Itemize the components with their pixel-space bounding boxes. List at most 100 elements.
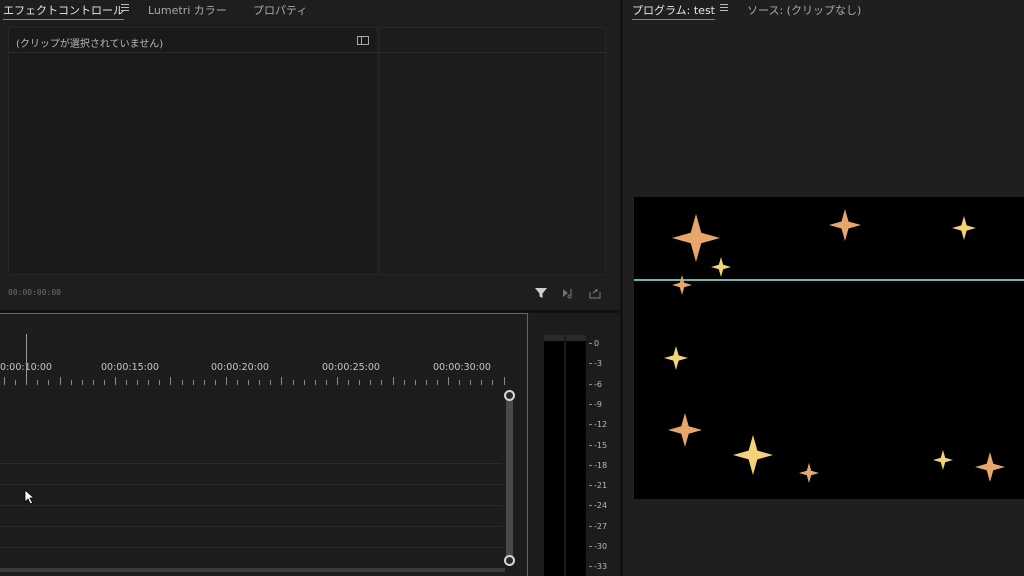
ruler-label: 00:00:30:00	[433, 362, 491, 373]
ruler-tick	[148, 380, 149, 385]
db-tick	[589, 566, 592, 568]
effect-controls-panel: エフェクトコントロール Lumetri カラー プロパティ (クリップが選択され…	[0, 0, 620, 310]
ruler-tick	[4, 377, 5, 385]
toggle-timeline-view-icon[interactable]	[357, 36, 369, 45]
tab-source[interactable]: ソース: (クリップなし)	[747, 2, 861, 18]
ruler-tick	[437, 380, 438, 385]
sparkle-star	[664, 346, 688, 370]
tab-program[interactable]: プログラム: test	[632, 2, 715, 20]
meter-channel-right	[566, 335, 586, 576]
db-tick	[589, 525, 592, 527]
db-tick	[589, 403, 592, 405]
db-label: -27	[594, 521, 608, 531]
sparkle-star	[952, 216, 976, 240]
program-monitor-panel: プログラム: test ソース: (クリップなし)	[623, 0, 1024, 576]
ruler-tick	[359, 380, 360, 385]
effect-controls-timeline	[379, 27, 606, 275]
ruler-tick	[393, 377, 394, 385]
meter-peak-left	[544, 335, 564, 341]
ruler-label: 00:00:25:00	[322, 362, 380, 373]
ruler-tick	[126, 380, 127, 385]
sparkle-star	[672, 275, 692, 295]
sparkle-star	[733, 435, 773, 475]
ruler-tick	[15, 380, 16, 385]
ruler-tick	[459, 380, 460, 385]
sparkle-star	[711, 257, 731, 277]
scrollbar-bottom-handle[interactable]	[504, 555, 515, 566]
db-tick	[589, 444, 592, 446]
db-label: -6	[594, 379, 602, 389]
filter-icon[interactable]	[534, 285, 548, 299]
db-tick	[589, 464, 592, 466]
ruler-tick	[204, 380, 205, 385]
tab-lumetri-color[interactable]: Lumetri カラー	[148, 2, 227, 18]
sparkle-star	[975, 452, 1005, 482]
db-tick	[589, 343, 592, 344]
ruler-tick	[170, 377, 171, 385]
sparkle-star	[672, 214, 720, 262]
ruler-tick	[48, 380, 49, 385]
timeline-vertical-scrollbar[interactable]	[506, 394, 513, 562]
ruler-tick	[304, 380, 305, 385]
ruler-tick	[159, 380, 160, 385]
track-divider	[0, 484, 502, 485]
ruler-tick	[71, 380, 72, 385]
ruler-tick	[226, 377, 227, 385]
ruler-tick	[370, 380, 371, 385]
ruler-tick	[270, 380, 271, 385]
db-label: -18	[594, 460, 608, 470]
ruler-tick	[237, 380, 238, 385]
ruler-tick	[37, 380, 38, 385]
ruler-tick	[326, 380, 327, 385]
db-label: -3	[594, 359, 602, 369]
ruler-label: 00:00:20:00	[211, 362, 269, 373]
ruler-tick	[404, 380, 405, 385]
ruler-tick	[337, 377, 338, 385]
mouse-cursor-icon	[24, 489, 36, 505]
ruler-tick	[60, 377, 61, 385]
track-divider	[0, 547, 502, 548]
panel-menu-icon[interactable]	[121, 4, 129, 12]
timeline-panel: 00:00:10:00 00:00:15:00 00:00:20:00 00:0…	[0, 313, 528, 576]
effect-controls-timeline-header	[380, 28, 605, 53]
track-divider	[0, 505, 502, 506]
ruler-tick	[281, 377, 282, 385]
db-label: 0	[594, 339, 600, 348]
ruler-tick	[248, 380, 249, 385]
db-tick	[589, 363, 592, 365]
db-tick	[589, 424, 592, 426]
ruler-tick	[82, 380, 83, 385]
program-panel-tabbar: プログラム: test ソース: (クリップなし)	[623, 0, 1024, 22]
ruler-tick	[415, 380, 416, 385]
clip-header: (クリップが選択されていません)	[9, 28, 377, 53]
panel-menu-icon[interactable]	[720, 4, 728, 12]
timeline-ruler[interactable]: 00:00:10:00 00:00:15:00 00:00:20:00 00:0…	[0, 340, 520, 385]
ruler-tick	[137, 380, 138, 385]
ruler-tick	[104, 380, 105, 385]
tab-properties[interactable]: プロパティ	[253, 2, 307, 18]
ruler-tick	[293, 380, 294, 385]
meter-peak-right	[566, 335, 586, 341]
guide-line	[634, 279, 1024, 281]
export-icon[interactable]	[588, 285, 602, 299]
db-label: -9	[594, 399, 602, 409]
db-tick	[589, 505, 592, 507]
ruler-tick	[93, 380, 94, 385]
ruler-tick	[259, 380, 260, 385]
timeline-horizontal-scrollbar[interactable]	[0, 568, 505, 572]
tab-effect-controls[interactable]: エフェクトコントロール	[3, 2, 124, 20]
playhead[interactable]	[26, 334, 27, 382]
ruler-tick	[215, 380, 216, 385]
meter-channel-left	[544, 335, 564, 576]
ruler-tick	[193, 380, 194, 385]
no-clip-selected-label: (クリップが選択されていません)	[16, 39, 164, 50]
ruler-tick	[115, 377, 116, 385]
db-label: -24	[594, 501, 608, 511]
program-video-frame[interactable]	[634, 197, 1024, 499]
ruler-tick	[182, 380, 183, 385]
ruler-tick	[348, 380, 349, 385]
play-audio-icon[interactable]	[561, 285, 575, 299]
db-tick	[589, 546, 592, 547]
ruler-tick	[381, 380, 382, 385]
scrollbar-top-handle[interactable]	[504, 390, 515, 401]
